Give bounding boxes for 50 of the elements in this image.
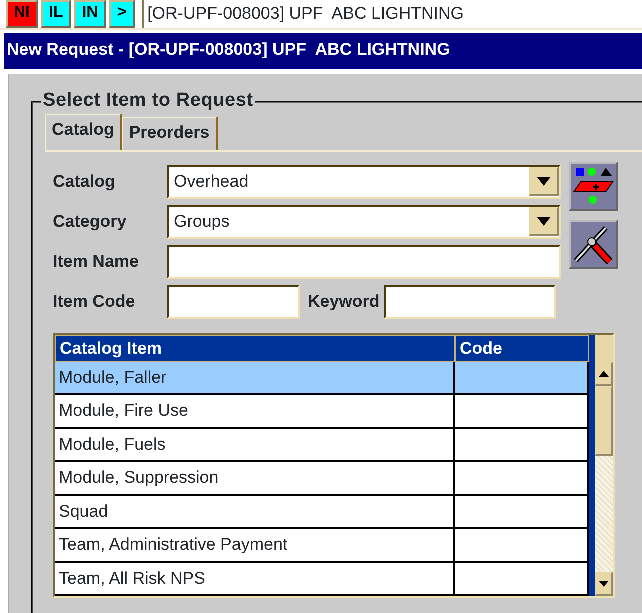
field-label: Item Name — [53, 250, 140, 273]
field-label: Catalog — [53, 170, 116, 193]
shapes-icon — [573, 166, 614, 206]
table-cell[interactable] — [455, 428, 589, 462]
table-cell[interactable] — [455, 529, 589, 562]
scrollbar-corner — [595, 334, 613, 362]
toolbar-title: [OR-UPF-008003] UPF ABC LIGHTNING — [142, 0, 464, 28]
group-title: Select Item to Request — [41, 90, 256, 112]
input-field[interactable] — [167, 244, 561, 278]
table-cell[interactable] — [455, 462, 589, 496]
window-title: New Request - [OR-UPF-008003] UPF ABC LIGHTNING — [4, 33, 642, 69]
table-cell[interactable] — [455, 362, 589, 395]
scroll-up-button[interactable] — [595, 362, 613, 386]
column-header[interactable]: Catalog Item — [55, 334, 455, 362]
table-cell[interactable]: Module, Fire Use — [55, 395, 455, 428]
tab[interactable]: Catalog — [45, 114, 122, 150]
down-arrow-icon — [599, 581, 609, 587]
toolbar-button[interactable]: IN — [74, 0, 106, 28]
scrollbar[interactable] — [589, 334, 613, 596]
scroll-down-button[interactable] — [595, 572, 613, 596]
dropdown-button[interactable] — [529, 207, 559, 236]
input-field[interactable] — [384, 284, 556, 318]
table-cell[interactable] — [455, 496, 589, 529]
tab[interactable]: Preorders — [122, 117, 218, 150]
layout-tool-button[interactable] — [569, 162, 618, 210]
up-arrow-icon — [599, 370, 609, 376]
toolbar-button[interactable]: > — [109, 0, 135, 28]
caret-icon — [537, 177, 551, 186]
table-cell[interactable] — [455, 562, 589, 596]
toolbar-button[interactable]: IL — [41, 0, 72, 28]
squeegee-icon — [573, 224, 614, 264]
column-header[interactable]: Code — [455, 334, 589, 362]
field-label: Keyword — [308, 290, 380, 313]
clear-button[interactable] — [569, 220, 618, 268]
field-label: Category — [53, 210, 128, 233]
input-field[interactable] — [167, 284, 300, 318]
field-label: Item Code — [53, 290, 136, 313]
table-cell[interactable]: Module, Fuels — [55, 428, 455, 462]
table-cell[interactable]: Squad — [55, 496, 455, 529]
dropdown-field[interactable]: Groups — [167, 204, 561, 238]
caret-icon — [537, 217, 551, 226]
toolbar-button[interactable]: NI — [6, 0, 38, 28]
table-cell[interactable]: Module, Suppression — [55, 462, 455, 496]
table-cell[interactable]: Team, Administrative Payment — [55, 529, 455, 562]
table-cell[interactable]: Team, All Risk NPS — [55, 562, 455, 596]
table-cell[interactable] — [455, 395, 589, 428]
table-cell[interactable]: Module, Faller — [55, 362, 455, 395]
dropdown-button[interactable] — [529, 167, 559, 196]
dropdown-field[interactable]: Overhead — [167, 164, 561, 198]
scroll-thumb[interactable] — [595, 386, 613, 456]
